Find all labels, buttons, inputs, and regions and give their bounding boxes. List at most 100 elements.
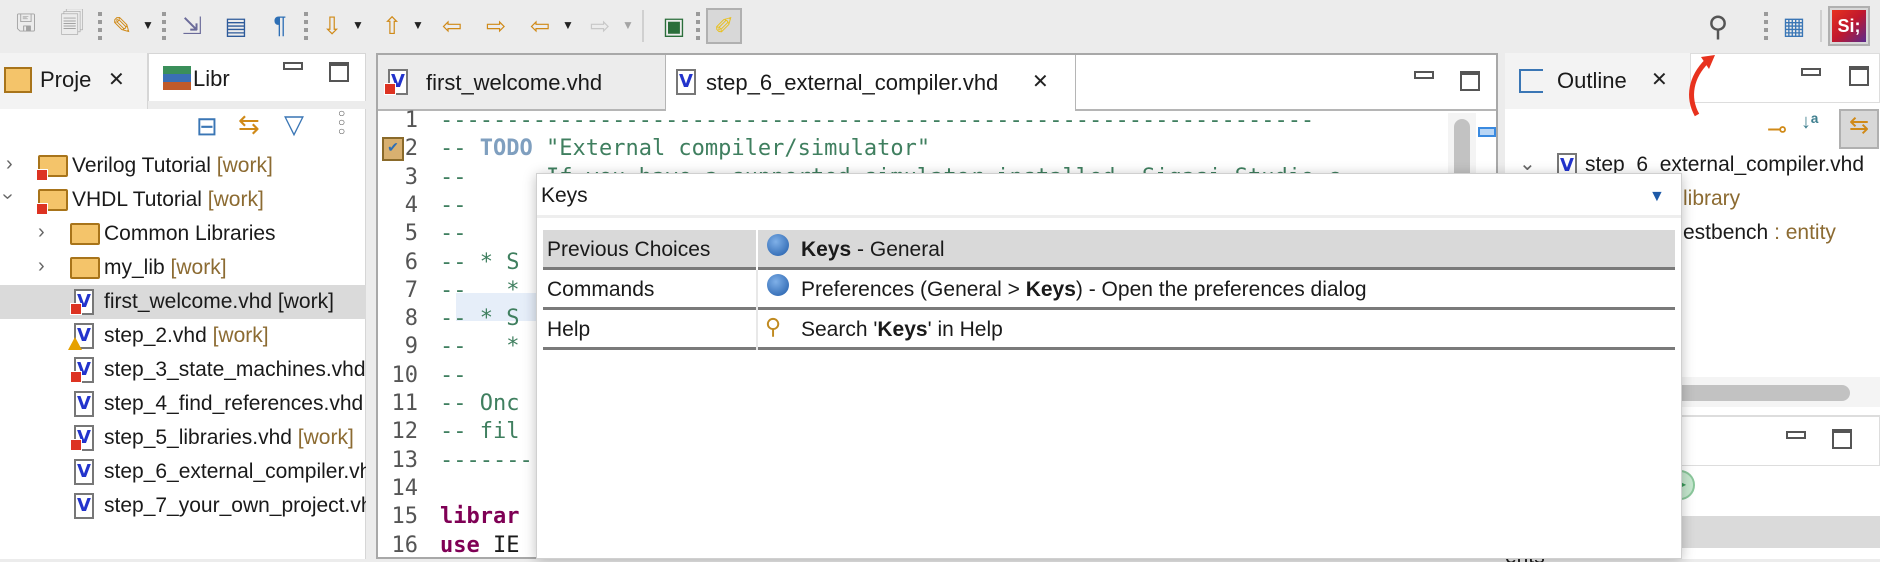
tree-item-label: first_welcome.vhd [work] [104,290,334,313]
toolbar-separator [1764,12,1768,40]
main-toolbar: 🖫 🗐 ✎ ▼ ⇲ ▤ ¶ ⇩ ▼ ⇧ ▼ ⇦ ⇨ ⇦ ▼ ⇨ ▼ ▣ ✐ ⚲ … [0,0,1880,52]
show-whitespace-icon[interactable]: ¶ [262,8,298,44]
overview-ruler-marker[interactable] [1478,127,1496,137]
folder-icon [70,257,100,279]
link-with-editor-icon[interactable]: ⇆ [1839,109,1879,149]
preference-icon [767,274,789,296]
previous-annotation-icon[interactable]: ⇧ [374,8,410,44]
error-badge-icon [70,439,82,451]
code-text: -- * S [440,306,520,332]
annotation-arrow-icon [1689,55,1715,117]
sigasi-perspective-button[interactable]: Si; [1828,6,1870,46]
vhdl-file-icon: V [74,493,94,519]
highlight-icon[interactable]: ✐ [706,8,742,44]
search-icon[interactable]: ⚲ [1700,8,1736,44]
code-text: -- * [440,277,520,303]
maximize-icon[interactable] [1832,429,1852,449]
tab-libraries[interactable]: Libr [148,53,366,101]
quick-access-row[interactable]: Commands Preferences (General > Keys) - … [543,270,1675,310]
tab-step-6-external-compiler[interactable]: V step_6_external_compiler.vhd ✕ [666,55,1076,111]
back-icon[interactable]: ⇦ [522,8,558,44]
tree-item-first-welcome[interactable]: V first_welcome.vhd [work] [0,285,366,319]
tree-item-step-4[interactable]: V step_4_find_references.vhd [0,387,366,421]
tree-item-step-2[interactable]: V step_2.vhd [work] [0,319,366,353]
open-task-icon[interactable]: ▣ [656,8,692,44]
open-perspective-icon[interactable]: ▦ [1776,8,1812,44]
previous-annotation-dropdown-icon[interactable]: ▼ [412,18,424,32]
line-number: 3 [404,164,418,190]
tree-item-step-7[interactable]: V step_7_your_own_project.vhd [0,489,366,523]
maximize-icon[interactable] [329,62,349,82]
minimize-icon[interactable] [283,62,303,70]
tab-project-explorer[interactable]: Proje ✕ [0,53,148,109]
outline-item-entity[interactable]: estbench : entity [1683,221,1836,245]
forward-dropdown-icon[interactable]: ▼ [622,18,634,32]
column-divider [756,310,758,350]
collapse-all-icon[interactable]: ⊟ [196,111,226,141]
row-category: Previous Choices [547,238,711,261]
tree-item-label: step_4_find_references.vhd [104,392,364,415]
view-menu-icon[interactable]: ○ ○ ○ [338,107,350,139]
folder-icon [70,223,100,245]
minimize-icon[interactable] [1786,431,1806,439]
collapse-icon[interactable]: › [0,193,19,200]
line-number: 6 [404,249,418,275]
quick-access-popup: Keys ▼ Previous Choices Keys - General C… [536,173,1682,559]
toolbar-divider [642,10,644,42]
open-declaration-icon[interactable]: ⇲ [174,8,210,44]
tree-item-label: step_2.vhd [work] [104,324,269,347]
tree-item-step-5[interactable]: V step_5_libraries.vhd [work] [0,421,366,455]
build-dropdown-icon[interactable]: ▼ [142,18,154,32]
line-number: 7 [404,277,418,303]
tab-label: Outline [1557,68,1627,93]
expand-icon[interactable]: › [6,153,13,176]
tree-item-label: step_5_libraries.vhd [work] [104,426,354,449]
next-edit-location-icon[interactable]: ⇨ [478,8,514,44]
hide-fields-icon[interactable]: ⊸ [1767,115,1787,144]
last-edit-location-icon[interactable]: ⇦ [434,8,470,44]
filter-icon[interactable]: ▽ [284,109,314,139]
close-icon[interactable]: ✕ [1651,67,1668,92]
tree-item-my-lib[interactable]: › my_lib [work] [0,251,366,285]
close-icon[interactable]: ✕ [1032,69,1049,94]
link-with-editor-icon[interactable]: ⇆ [238,109,268,139]
error-badge-icon [70,371,82,383]
line-number: 2 [404,136,418,162]
next-annotation-dropdown-icon[interactable]: ▼ [352,18,364,32]
line-number: 12 [391,419,419,445]
format-icon[interactable]: ▤ [218,8,254,44]
tree-item-step-3[interactable]: V step_3_state_machines.vhd [0,353,366,387]
tree-item-step-6[interactable]: V step_6_external_compiler.vhd [0,455,366,489]
maximize-icon[interactable] [1460,71,1480,91]
build-icon[interactable]: ✎ [104,8,140,44]
tab-label: Proje [40,67,92,92]
tab-outline[interactable]: Outline ✕ [1505,53,1690,109]
column-divider [756,270,758,310]
expand-icon[interactable]: › [38,221,45,244]
error-badge-icon [36,169,48,181]
forward-icon[interactable]: ⇨ [582,8,618,44]
sort-icon[interactable]: ↓ᵃ [1801,111,1819,134]
tree-item-verilog-tutorial[interactable]: › Verilog Tutorial [work] [0,149,366,183]
expand-icon[interactable]: › [38,255,45,278]
next-annotation-icon[interactable]: ⇩ [314,8,350,44]
dropdown-icon[interactable]: ▼ [1649,188,1665,206]
tree-item-label: step_6_external_compiler.vhd [104,460,366,483]
maximize-icon[interactable] [1849,66,1869,86]
minimize-icon[interactable] [1801,68,1821,76]
close-icon[interactable]: ✕ [108,67,125,92]
tree-item-common-libraries[interactable]: › Common Libraries [0,217,366,251]
back-dropdown-icon[interactable]: ▼ [562,18,574,32]
line-number: 16 [391,532,419,558]
minimize-icon[interactable] [1414,71,1434,79]
tab-first-welcome[interactable]: V first_welcome.vhd [378,55,666,109]
outline-item-library[interactable]: library [1683,187,1740,211]
quick-access-row[interactable]: Previous Choices Keys - General [543,230,1675,270]
tree-item-vhdl-tutorial[interactable]: › VHDL Tutorial [work] [0,183,366,217]
quick-access-input[interactable]: Keys [537,174,1681,218]
code-text: -- Onc [440,391,520,416]
save-all-icon[interactable]: 🗐 [54,8,90,44]
save-icon[interactable]: 🖫 [8,8,44,44]
quick-access-row[interactable]: Help ⚲ Search 'Keys' in Help [543,310,1675,350]
preference-icon [767,234,789,256]
